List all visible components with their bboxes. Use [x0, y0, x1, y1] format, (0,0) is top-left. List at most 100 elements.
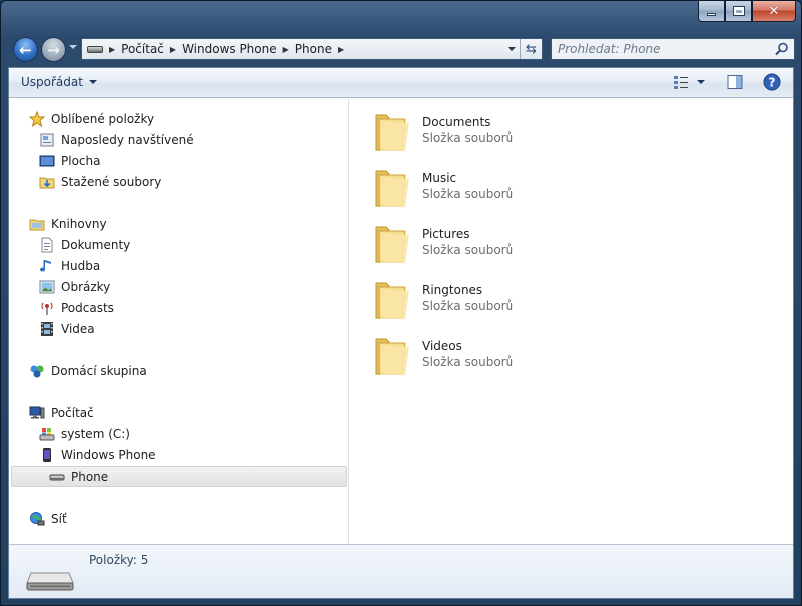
nav-podcasts[interactable]: Podcasts: [39, 298, 114, 318]
nav-videos[interactable]: Videa: [39, 319, 95, 339]
search-input[interactable]: [552, 40, 762, 58]
organize-label: Uspořádat: [21, 75, 83, 89]
nav-label: Phone: [71, 470, 109, 484]
homegroup-icon: [29, 363, 45, 379]
change-view-button[interactable]: [673, 74, 689, 93]
minimize-icon: [707, 13, 716, 16]
more-views-dropdown[interactable]: [697, 80, 705, 84]
nav-label: system (C:): [61, 427, 130, 441]
folder-icon: [375, 282, 409, 319]
chevron-right-icon[interactable]: ▶: [170, 45, 176, 54]
file-list: Documents Složka souborů Music Složka so…: [350, 99, 793, 544]
caption-buttons: ✕: [698, 1, 796, 23]
nav-documents[interactable]: Dokumenty: [39, 235, 130, 255]
breadcrumb-phone[interactable]: Phone: [295, 42, 332, 56]
phone-icon: [39, 447, 55, 463]
music-note-icon: [39, 258, 55, 274]
folder-icon: [375, 226, 409, 263]
file-name: Documents: [422, 115, 491, 129]
nav-favorites[interactable]: Oblíbené položky: [29, 109, 154, 129]
view-list-icon: [674, 76, 688, 89]
explorer-window: ✕ ← → ▶ Počítač ▶ Windows Phone ▶ Phone …: [0, 0, 802, 606]
nav-recent-places[interactable]: Naposledy navštívené: [39, 130, 194, 150]
nav-label: Hudba: [61, 259, 101, 273]
file-item-videos[interactable]: Videos Složka souborů: [370, 331, 670, 381]
refresh-icon: ⇆: [526, 41, 537, 57]
nav-label: Stažené soubory: [61, 175, 162, 189]
file-item-ringtones[interactable]: Ringtones Složka souborů: [370, 275, 670, 325]
nav-label: Knihovny: [51, 217, 107, 231]
file-type: Složka souborů: [422, 299, 514, 313]
desktop-icon: [39, 153, 55, 169]
chevron-right-icon[interactable]: ▶: [109, 45, 115, 54]
close-button[interactable]: ✕: [752, 1, 796, 22]
chevron-down-icon: [88, 80, 97, 84]
forward-button[interactable]: →: [41, 37, 66, 62]
nav-libraries[interactable]: Knihovny: [29, 214, 107, 234]
folder-icon: [375, 114, 409, 151]
arrow-right-icon: →: [47, 40, 60, 59]
nav-label: Dokumenty: [61, 238, 131, 252]
close-icon: ✕: [768, 3, 780, 19]
downloads-icon: [39, 174, 55, 190]
recent-places-icon: [39, 132, 55, 148]
search-box: [551, 38, 795, 60]
preview-pane-button[interactable]: [727, 74, 743, 93]
film-icon: [39, 321, 55, 337]
pictures-icon: [39, 279, 55, 295]
content-frame: Uspořádat ? Oblíbené položky Naposledy n…: [8, 67, 794, 599]
organize-button[interactable]: Uspořádat: [21, 75, 97, 89]
nav-computer[interactable]: Počítač: [29, 403, 94, 423]
back-button[interactable]: ←: [13, 37, 38, 62]
nav-system-drive[interactable]: system (C:): [39, 424, 130, 444]
libraries-icon: [29, 216, 45, 232]
nav-downloads[interactable]: Stažené soubory: [39, 172, 161, 192]
nav-phone[interactable]: Phone: [49, 467, 108, 487]
nav-desktop[interactable]: Plocha: [39, 151, 100, 171]
file-name: Music: [422, 171, 457, 185]
file-item-music[interactable]: Music Složka souborů: [370, 163, 670, 213]
nav-music[interactable]: Hudba: [39, 256, 100, 276]
help-icon: ?: [763, 73, 781, 91]
chevron-right-icon[interactable]: ▶: [283, 45, 289, 54]
search-icon[interactable]: [775, 42, 789, 59]
address-bar[interactable]: ▶ Počítač ▶ Windows Phone ▶ Phone ▶ ⇆: [81, 38, 543, 60]
file-item-documents[interactable]: Documents Složka souborů: [370, 107, 670, 157]
drive-icon: [49, 469, 65, 485]
breadcrumb-windows-phone[interactable]: Windows Phone: [182, 42, 277, 56]
drive-icon: [87, 45, 103, 53]
navigation-pane: Oblíbené položky Naposledy navštívené Pl…: [9, 99, 349, 544]
nav-network[interactable]: Síť: [29, 509, 67, 529]
nav-label: Počítač: [51, 406, 94, 420]
nav-label: Domácí skupina: [51, 364, 147, 378]
item-count: Položky: 5: [89, 553, 149, 567]
preview-pane-icon: [727, 75, 743, 89]
address-history-dropdown[interactable]: [508, 47, 516, 51]
maximize-button[interactable]: [725, 1, 752, 22]
nav-label: Síť: [51, 512, 67, 526]
file-type: Složka souborů: [422, 187, 514, 201]
minimize-button[interactable]: [698, 1, 725, 22]
breadcrumb-computer[interactable]: Počítač: [121, 42, 164, 56]
nav-pictures[interactable]: Obrázky: [39, 277, 110, 297]
file-type: Složka souborů: [422, 243, 514, 257]
nav-windows-phone[interactable]: Windows Phone: [39, 445, 156, 465]
file-type: Složka souborů: [422, 131, 514, 145]
chevron-right-icon[interactable]: ▶: [338, 45, 344, 54]
arrow-left-icon: ←: [19, 40, 32, 59]
file-item-pictures[interactable]: Pictures Složka souborů: [370, 219, 670, 269]
podcast-icon: [39, 300, 55, 316]
nav-homegroup[interactable]: Domácí skupina: [29, 361, 147, 381]
network-icon: [29, 511, 45, 527]
nav-label: Plocha: [61, 154, 101, 168]
file-name: Ringtones: [422, 283, 483, 297]
refresh-button[interactable]: ⇆: [520, 39, 542, 59]
svg-text:?: ?: [769, 76, 776, 90]
command-bar: Uspořádat ?: [9, 68, 793, 98]
nav-label: Naposledy navštívené: [61, 133, 194, 147]
nav-label: Oblíbené položky: [51, 112, 155, 126]
help-button[interactable]: ?: [763, 73, 781, 94]
recent-pages-dropdown[interactable]: [69, 45, 77, 49]
folder-icon: [375, 338, 409, 375]
file-name: Pictures: [422, 227, 470, 241]
